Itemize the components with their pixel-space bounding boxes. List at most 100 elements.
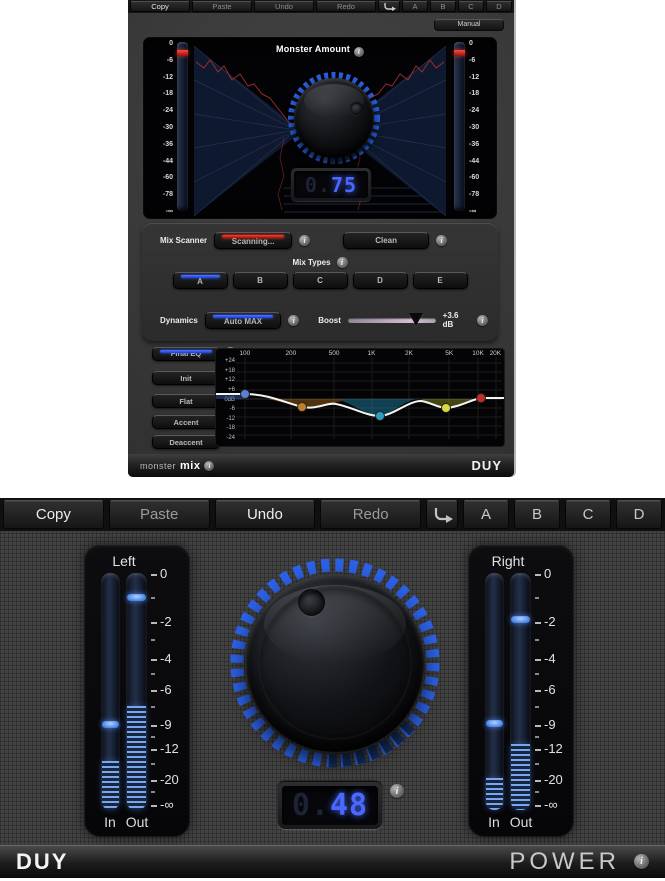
mix-type-c-button[interactable]: C xyxy=(293,272,348,289)
duy-logo: DUY xyxy=(472,458,502,473)
led-ghost-digits: 0. xyxy=(305,173,331,197)
clean-button[interactable]: Clean xyxy=(343,232,429,249)
eq-point-low[interactable] xyxy=(241,390,250,399)
eq-point-highmid[interactable] xyxy=(442,404,451,413)
mix-type-a-button[interactable]: A xyxy=(173,272,228,289)
left-meter-panel: Left 0 -2 -4 -6 -9 -12 -20 -∞ In Out xyxy=(84,545,190,837)
compare-arrow-icon[interactable] xyxy=(378,1,400,12)
auto-max-button[interactable]: Auto MAX xyxy=(205,312,281,329)
deaccent-button[interactable]: Deaccent xyxy=(152,435,220,449)
init-button[interactable]: Init xyxy=(152,371,220,385)
left-meter-scale: 0-6 -12-18 -24-30 -36-44 -60-78 -∞ xyxy=(149,40,173,215)
paste-button[interactable]: Paste xyxy=(192,1,252,12)
plugin-footer: DUY POWER i xyxy=(0,845,665,878)
memory-a-button[interactable]: A xyxy=(463,500,509,529)
eq-point-mid[interactable] xyxy=(376,412,385,421)
copy-button[interactable]: Copy xyxy=(130,1,190,12)
compare-arrow-icon[interactable] xyxy=(426,500,458,529)
knob-indicator-dot xyxy=(350,102,363,115)
right-in-meter xyxy=(485,573,504,811)
toolbar: Copy Paste Undo Redo A B C D xyxy=(128,0,514,13)
brand-mix: mix xyxy=(180,460,200,472)
knob-indicator-dot xyxy=(298,589,325,616)
left-out-meter xyxy=(126,573,147,811)
redo-button[interactable]: Redo xyxy=(316,1,376,12)
boost-slider-thumb[interactable] xyxy=(409,313,423,326)
memory-c-button[interactable]: C xyxy=(565,500,611,529)
memory-c-button[interactable]: C xyxy=(458,1,484,12)
monster-mix-plugin: Copy Paste Undo Redo A B C D Manual xyxy=(128,0,514,477)
out-label: Out xyxy=(122,814,152,830)
left-meter-title: Left xyxy=(84,553,164,569)
memory-d-button[interactable]: D xyxy=(486,1,512,12)
out-label: Out xyxy=(506,814,536,830)
active-type-strip xyxy=(181,275,220,278)
memory-b-button[interactable]: B xyxy=(430,1,456,12)
scanning-active-strip xyxy=(222,235,284,238)
right-meter-scale: 0-6 -12-18 -24-30 -36-44 -60-78 -∞ xyxy=(469,40,493,215)
right-out-meter xyxy=(510,573,531,811)
copy-button[interactable]: Copy xyxy=(3,500,104,529)
info-icon[interactable]: i xyxy=(436,235,447,246)
info-icon[interactable]: i xyxy=(390,784,404,798)
in-label: In xyxy=(96,814,124,830)
brand-monster: monster xyxy=(140,461,176,471)
mix-scanner-label: Mix Scanner xyxy=(160,236,207,245)
eq-graph[interactable]: 100 200 500 1K 2K 5K 10K 20K +24+18 +12+… xyxy=(216,349,504,446)
right-in-level xyxy=(486,778,503,810)
final-eq-active-strip xyxy=(160,350,212,353)
memory-a-button[interactable]: A xyxy=(402,1,428,12)
info-icon[interactable]: i xyxy=(299,235,310,246)
left-out-level xyxy=(127,706,146,810)
undo-button[interactable]: Undo xyxy=(254,1,314,12)
eq-section: Final EQ i Init Flat Accent Deaccent 100… xyxy=(128,344,514,456)
memory-d-button[interactable]: D xyxy=(616,500,662,529)
redo-button[interactable]: Redo xyxy=(320,500,421,529)
left-in-peak xyxy=(102,721,119,728)
paste-button[interactable]: Paste xyxy=(109,500,210,529)
undo-button[interactable]: Undo xyxy=(215,500,316,529)
info-icon[interactable]: i xyxy=(288,315,299,326)
manual-button[interactable]: Manual xyxy=(434,19,504,31)
duy-logo: DUY xyxy=(16,849,68,875)
flat-button[interactable]: Flat xyxy=(152,394,220,408)
boost-slider[interactable] xyxy=(348,312,436,328)
mix-type-d-button[interactable]: D xyxy=(353,272,408,289)
right-out-level xyxy=(511,744,530,810)
accent-button[interactable]: Accent xyxy=(152,415,220,429)
knob-body[interactable] xyxy=(246,574,424,752)
mix-types-label: Mix Types xyxy=(292,258,330,267)
power-plugin: Copy Paste Undo Redo A B C D Left 0 -2 -… xyxy=(0,498,665,878)
memory-b-button[interactable]: B xyxy=(514,500,560,529)
dynamics-label: Dynamics xyxy=(160,316,198,325)
eq-point-high[interactable] xyxy=(477,394,486,403)
left-in-meter xyxy=(101,573,120,811)
left-out-peak xyxy=(127,594,146,601)
power-value-display: 0.48 xyxy=(278,782,382,829)
led-value: 48 xyxy=(330,788,368,823)
eq-point-lowmid[interactable] xyxy=(298,403,307,412)
info-icon[interactable]: i xyxy=(477,315,488,326)
info-icon[interactable]: i xyxy=(354,47,364,57)
info-icon[interactable]: i xyxy=(204,461,214,471)
boost-label: Boost xyxy=(318,316,341,325)
mix-type-e-button[interactable]: E xyxy=(413,272,468,289)
left-level-meter xyxy=(177,42,188,211)
scanning-button[interactable]: Scanning... xyxy=(214,232,292,249)
in-label: In xyxy=(480,814,508,830)
right-level-meter xyxy=(454,42,465,211)
dynamics-active-strip xyxy=(213,315,273,318)
product-name: POWER xyxy=(509,848,620,876)
plugin-footer: monster mix i DUY xyxy=(128,454,514,477)
amount-value-display: 0.75 xyxy=(291,168,371,201)
left-meter-scale: 0 -2 -4 -6 -9 -12 -20 -∞ xyxy=(150,573,190,811)
info-icon[interactable]: i xyxy=(634,854,649,869)
eq-curve[interactable] xyxy=(216,349,504,446)
monster-amount-knob[interactable] xyxy=(286,70,382,166)
final-eq-button[interactable]: Final EQ xyxy=(152,347,220,361)
info-icon[interactable]: i xyxy=(337,257,348,268)
right-in-peak xyxy=(486,720,503,727)
knob-body[interactable] xyxy=(294,78,374,158)
power-knob[interactable] xyxy=(220,548,450,778)
mix-type-b-button[interactable]: B xyxy=(233,272,288,289)
